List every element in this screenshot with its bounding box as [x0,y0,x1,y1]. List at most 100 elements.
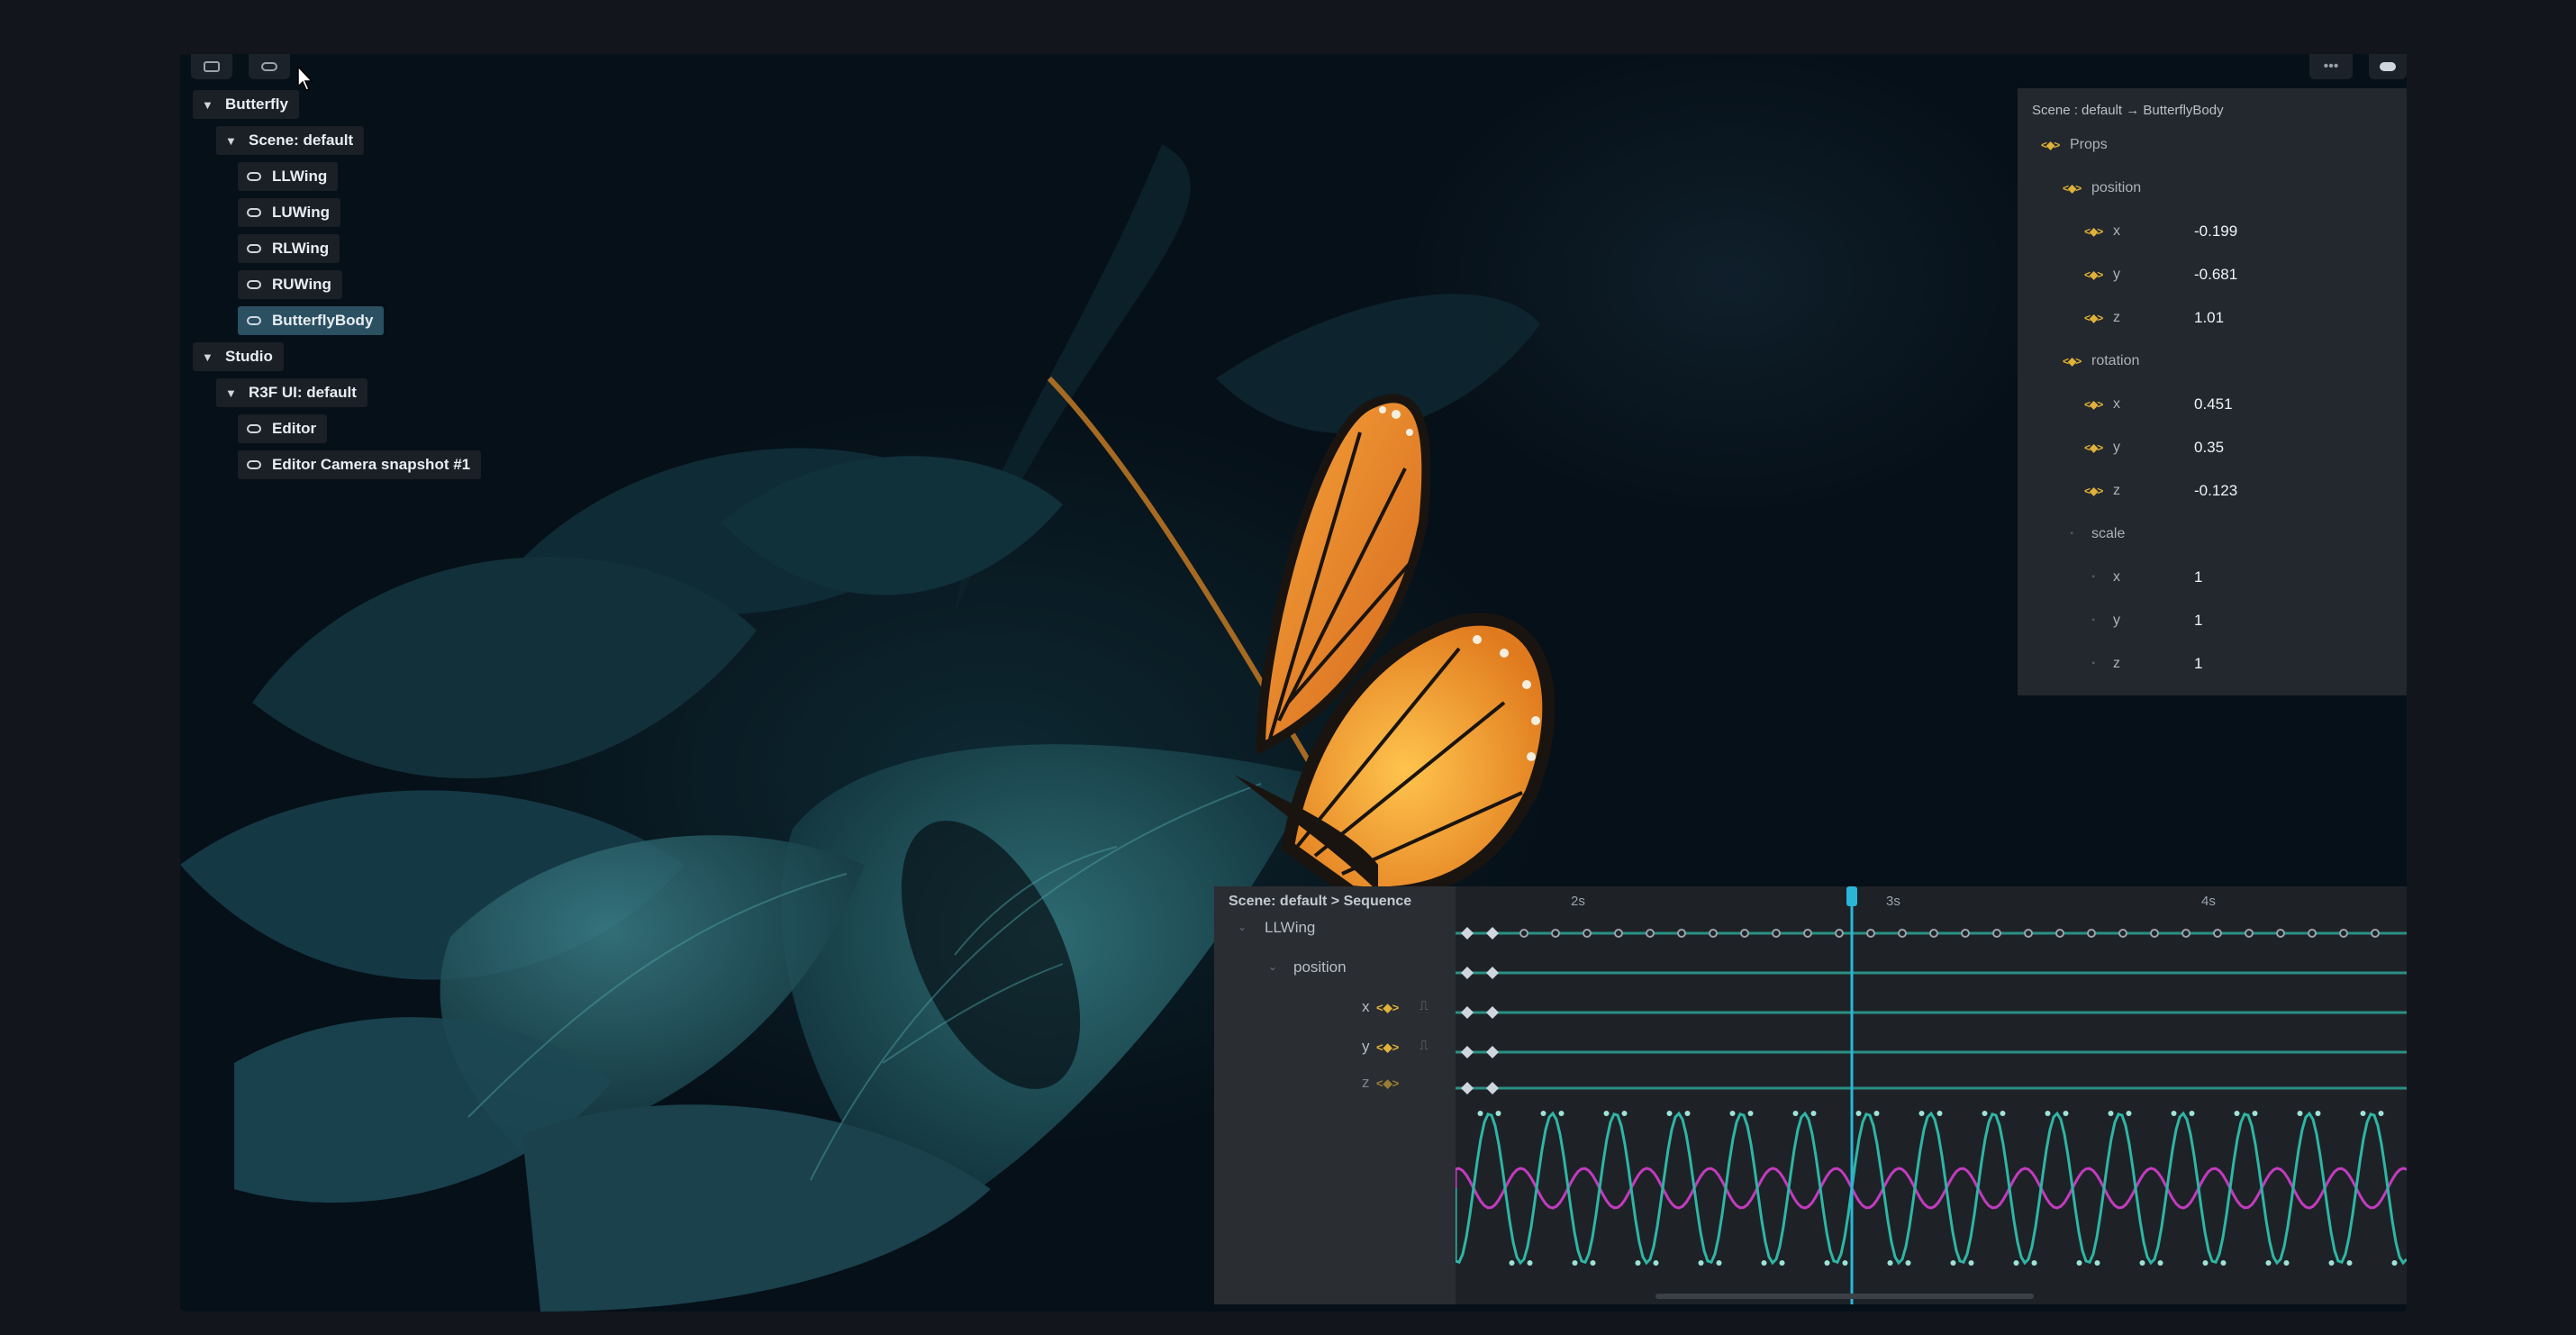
keyframe-icon[interactable]: <◆> [2084,268,2103,281]
curve-handle [1590,1260,1596,1266]
curve-handle [1747,1111,1754,1116]
track-label-prop[interactable]: position [1293,958,1347,976]
keyframe-dot [1519,929,1528,938]
viewport-settings-button[interactable] [2369,54,2407,79]
prop-group-scale[interactable]: · scale [2018,521,2407,548]
prop-value-input[interactable]: 1 [2194,612,2202,630]
tree-item-r3f-ui-default[interactable]: ▼ R3F UI: default [216,378,367,407]
keyframe-nav-icon[interactable]: <◆> [1376,1001,1399,1015]
sequence-timeline[interactable]: 2s 3s 4s [1456,886,2407,1304]
curve-handle [2265,1260,2272,1266]
chevron-down-icon[interactable]: ⌄ [1238,921,1247,933]
object-icon [247,172,261,181]
outline-toggle-button[interactable] [191,54,232,79]
viewport-menu-button[interactable]: ••• [2309,54,2353,79]
track-label-y[interactable]: y [1362,1038,1370,1056]
curve-handle [2171,1111,2177,1116]
tree-item-studio[interactable]: ▼ Studio [193,342,284,371]
curve-handle [2094,1260,2100,1266]
prop-position-x[interactable]: <◆> x -0.199 [2018,218,2407,245]
chevron-down-icon[interactable]: ⌄ [1268,960,1277,973]
tree-item-editor[interactable]: Editor [238,414,328,443]
keyframe-nav-icon[interactable]: <◆> [1376,1076,1399,1091]
curve-handle [2139,1260,2145,1266]
keyframe-dot [2371,929,2380,938]
chevron-down-icon[interactable]: ▼ [202,350,216,364]
prop-position-z[interactable]: <◆> z 1.01 [2018,304,2407,331]
prop-scale-z[interactable]: · z 1 [2018,650,2407,677]
tree-item-scene-default[interactable]: ▼ Scene: default [216,126,365,155]
prop-label: y [2113,613,2120,628]
dot-icon: · [2070,526,2074,541]
curve-handle [1558,1111,1565,1116]
prop-value-input[interactable]: 0.451 [2194,395,2233,413]
tree-item-luwing[interactable]: LUWing [238,198,341,227]
track-label-object[interactable]: LLWing [1265,919,1315,937]
prop-label: y [2113,267,2120,282]
keyframe-icon[interactable]: <◆> [2063,355,2082,368]
prop-position-y[interactable]: <◆> y -0.681 [2018,261,2407,288]
prop-label: x [2113,569,2120,585]
tree-item-rlwing[interactable]: RLWing [238,234,340,263]
dot-icon: · [2091,569,2096,585]
keyframe-icon[interactable]: <◆> [2084,225,2103,238]
keyframe-marker [1486,1082,1499,1094]
prop-group-position[interactable]: <◆> position [2018,175,2407,202]
tree-item-butterflybody[interactable]: ButterflyBody [238,306,385,335]
prop-group-rotation[interactable]: <◆> rotation [2018,348,2407,375]
curve-handle [1698,1260,1704,1266]
3d-viewport[interactable]: ••• ▼ Butterfly ▼ Scene: default LLWing … [180,54,2407,1312]
prop-scale-x[interactable]: · x 1 [2018,564,2407,591]
chevron-down-icon[interactable]: ▼ [225,386,240,400]
prop-value-input[interactable]: 1.01 [2194,309,2224,327]
keyframe-icon[interactable]: <◆> [2084,398,2103,411]
chevron-down-icon[interactable]: ▼ [225,134,240,148]
keyframe-marker [1486,1006,1499,1019]
keyframe-marker [1486,1046,1499,1058]
prop-value-input[interactable]: 1 [2194,568,2202,586]
keyframe-icon[interactable]: <◆> [2084,441,2103,454]
curve-handle [1887,1260,1893,1266]
tree-item-butterfly[interactable]: ▼ Butterfly [193,90,299,119]
curve-handle [1937,1111,1943,1116]
prop-value-input[interactable]: -0.681 [2194,266,2237,284]
track-label-x[interactable]: x [1362,998,1370,1016]
tree-item-llwing[interactable]: LLWing [238,162,339,191]
keyframe-icon[interactable]: <◆> [2084,485,2103,497]
prop-group-props[interactable]: <◆> Props [2018,132,2407,159]
prop-value-input[interactable]: 0.35 [2194,439,2224,457]
layers-icon [204,61,220,72]
sequence-breadcrumb: Scene: default > Sequence [1229,894,1412,909]
object-icon [247,424,261,433]
prop-value-input[interactable]: 1 [2194,655,2202,673]
graph-toggle-icon[interactable]: ⎍ [1420,998,1429,1013]
curve-handle [1635,1260,1641,1266]
keyframe-nav-icon[interactable]: <◆> [1376,1040,1399,1055]
prop-value-input[interactable]: -0.199 [2194,222,2237,241]
timeline-graph[interactable] [1456,886,2407,1304]
keyframe-icon[interactable]: <◆> [2084,312,2103,324]
curve-handle [1792,1111,1799,1116]
graph-toggle-icon[interactable]: ⎍ [1420,1038,1429,1053]
track-label-z[interactable]: z [1362,1074,1370,1092]
keyframe-icon[interactable]: <◆> [2041,139,2060,151]
prop-value-input[interactable]: -0.123 [2194,482,2237,500]
keyframe-dot [1898,929,1907,938]
prop-rotation-z[interactable]: <◆> z -0.123 [2018,477,2407,504]
tree-item-label: Studio [225,348,273,365]
props-toggle-button[interactable] [249,54,290,79]
curve-handle [2126,1111,2132,1116]
tree-item-ruwing[interactable]: RUWing [238,270,342,299]
object-icon [247,244,261,253]
tree-item-editor-camera-snapshot[interactable]: Editor Camera snapshot #1 [238,450,482,479]
keyframe-icon[interactable]: <◆> [2063,182,2082,195]
curve-handle [1729,1111,1736,1116]
object-icon [247,208,261,217]
prop-rotation-y[interactable]: <◆> y 0.35 [2018,434,2407,461]
curve-handle [1509,1260,1515,1266]
prop-scale-y[interactable]: · y 1 [2018,607,2407,634]
object-icon [247,316,261,325]
prop-rotation-x[interactable]: <◆> x 0.451 [2018,391,2407,418]
keyframe-marker [1461,1082,1474,1094]
chevron-down-icon[interactable]: ▼ [202,98,216,112]
